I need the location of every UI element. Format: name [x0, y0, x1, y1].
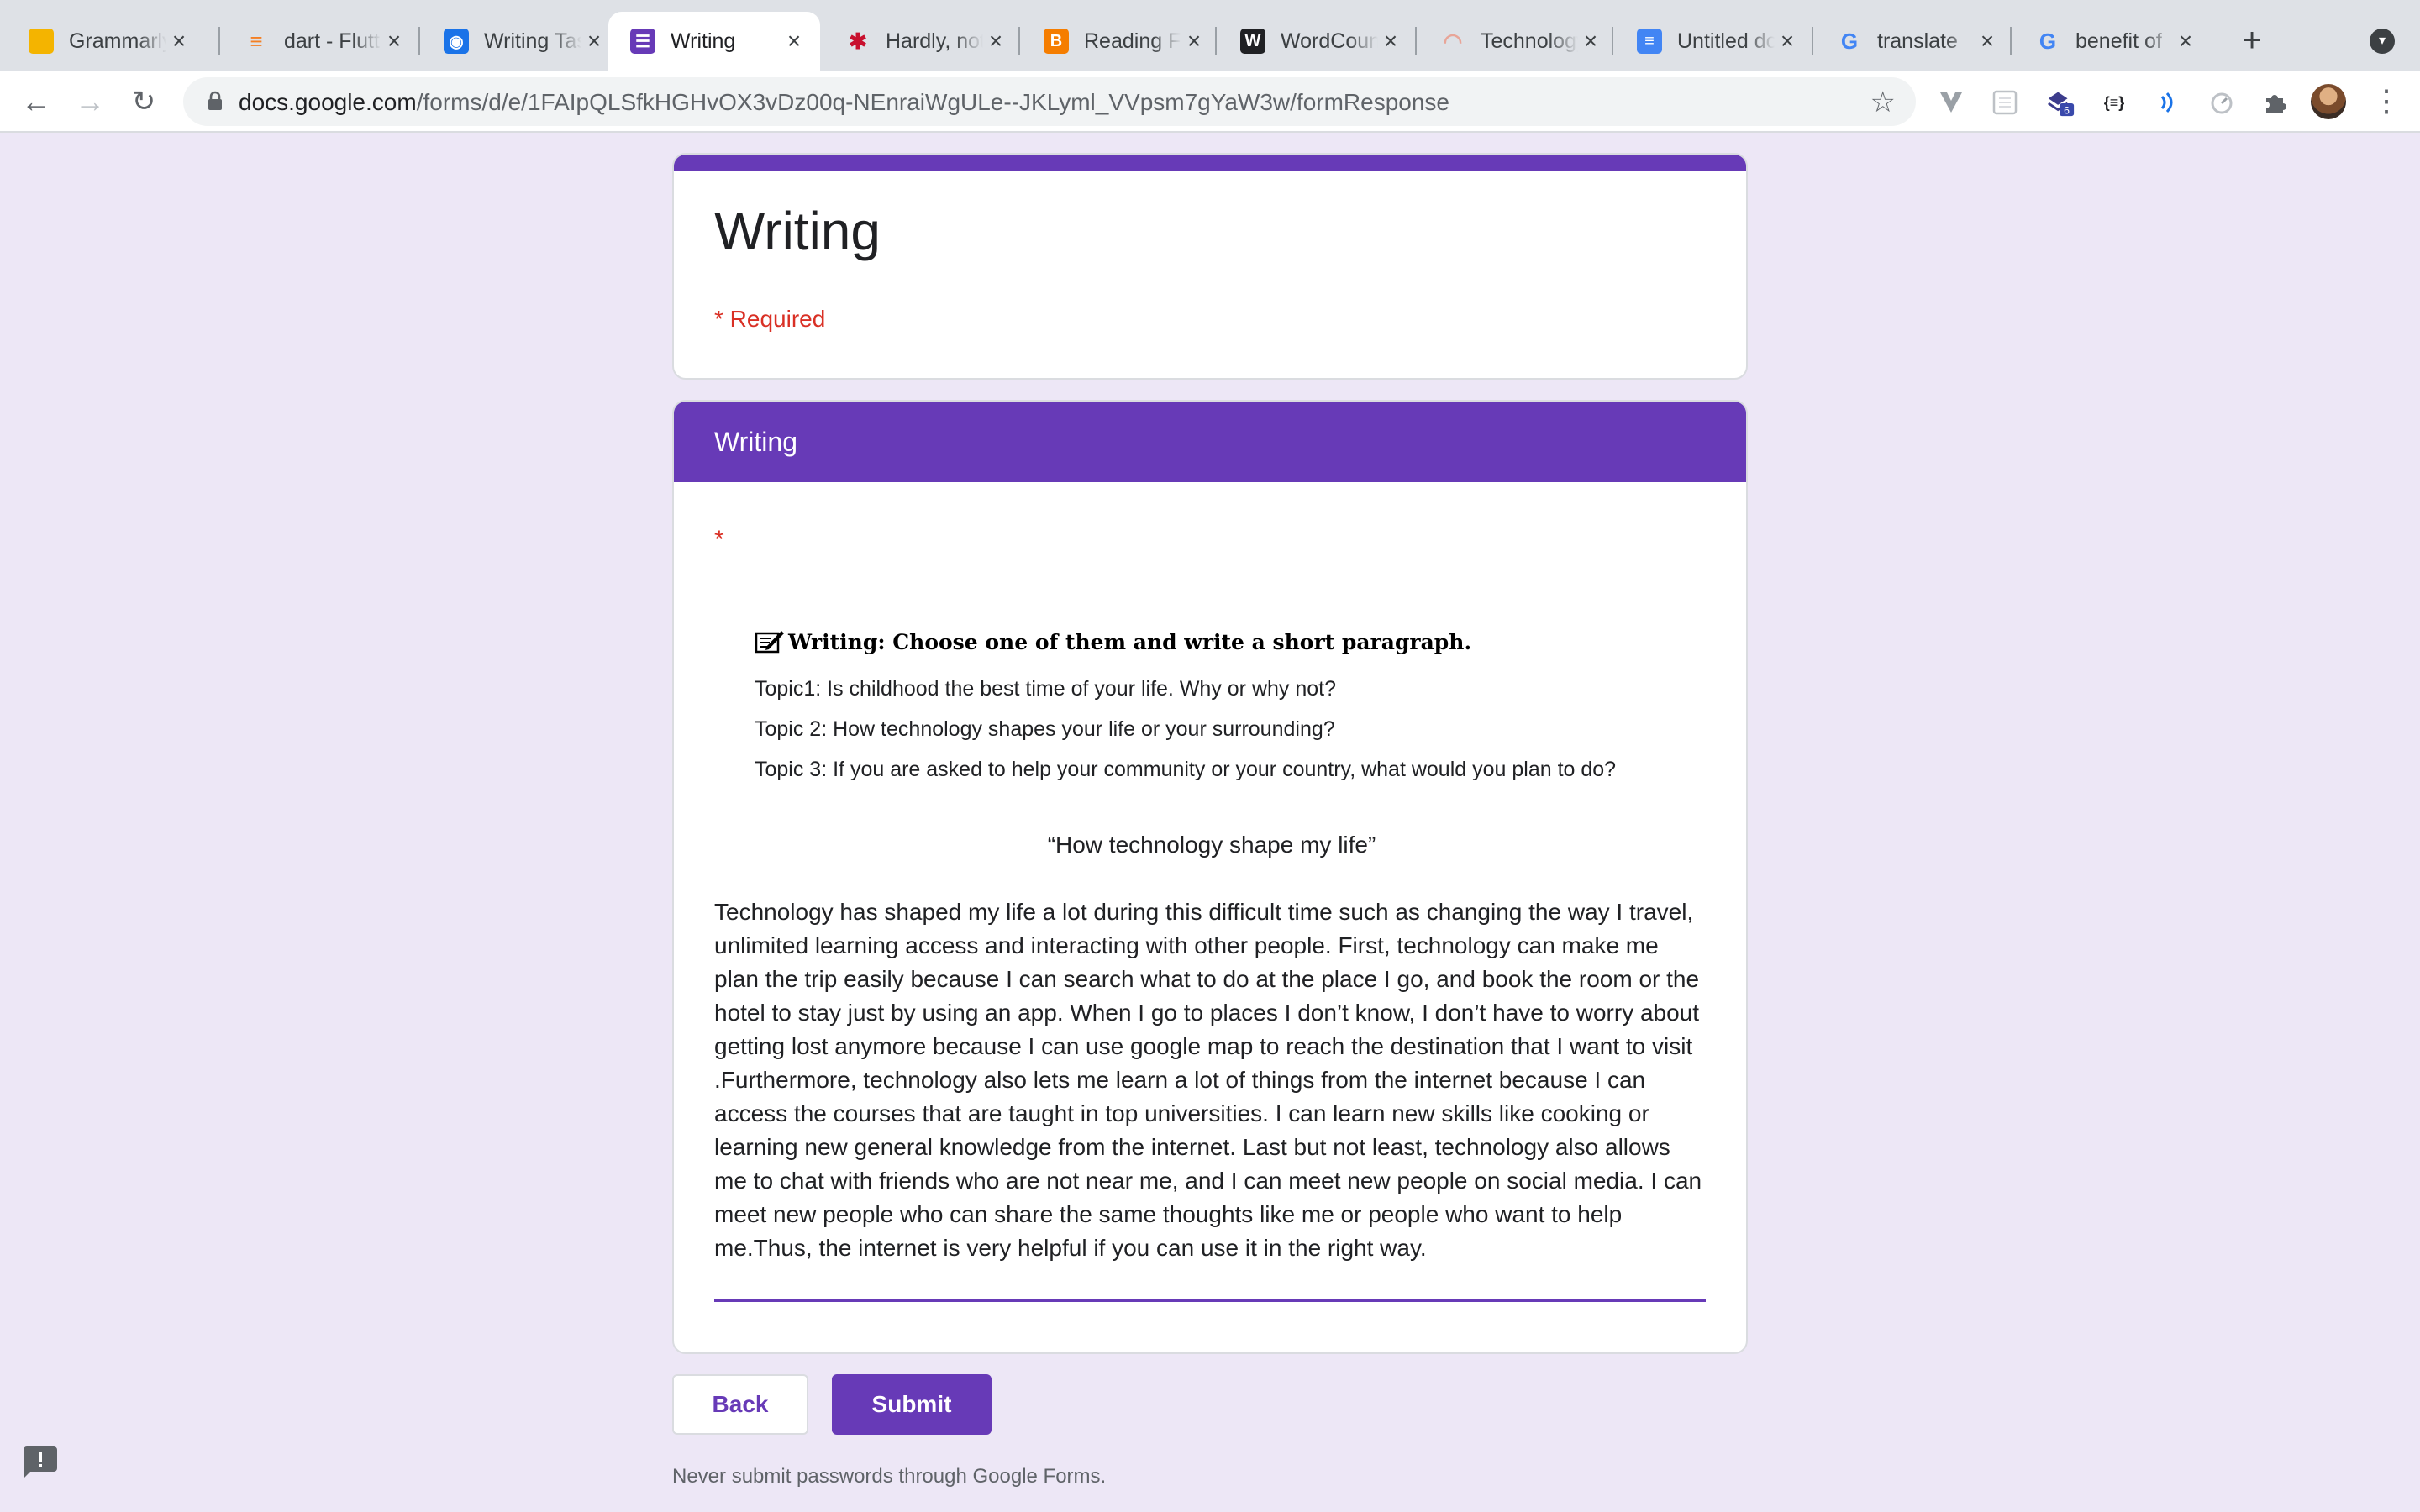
- required-note: * Required: [714, 306, 826, 332]
- forms-icon: ☰: [630, 29, 655, 54]
- google-icon: G: [2039, 28, 2057, 54]
- tab-title: Grammarly: [69, 29, 166, 53]
- form-title-card: Writing * Required: [672, 153, 1748, 380]
- browser-tab[interactable]: ◠ Technology ×: [1418, 12, 1617, 71]
- tab-separator: [218, 27, 220, 55]
- prompt-image: Writing: Choose one of them and write a …: [755, 628, 1679, 796]
- tab-separator: [1018, 27, 1020, 55]
- tab-separator: [418, 27, 420, 55]
- browser-tab[interactable]: Grammarly ×: [7, 12, 205, 71]
- tab-close-icon[interactable]: ×: [983, 29, 1008, 54]
- browser-tab[interactable]: ✱ Hardly, not ×: [823, 12, 1022, 71]
- new-tab-button[interactable]: +: [2235, 24, 2269, 57]
- browser-toolbar: ← → ↻ docs.google.com/forms/d/e/1FAIpQLS…: [0, 71, 2420, 133]
- slides-icon: [29, 29, 54, 54]
- password-warning: Never submit passwords through Google Fo…: [672, 1465, 1107, 1488]
- wordcounter-icon: W: [1240, 29, 1265, 54]
- prompt-heading-text: Writing: Choose one of them and write a …: [788, 629, 1472, 654]
- tab-close-icon[interactable]: ×: [581, 29, 607, 54]
- tab-title: WordCounter: [1281, 29, 1378, 53]
- topic-3: Topic 3: If you are asked to help your c…: [755, 758, 1617, 781]
- writing-section-card: Writing * Writing: Choose one of them an…: [672, 400, 1748, 1354]
- timer-extension-icon[interactable]: [2207, 87, 2237, 118]
- browser-tab[interactable]: B Reading F ×: [1022, 12, 1220, 71]
- vimium-extension-icon[interactable]: [1936, 87, 1966, 118]
- uk-flag-icon: ✱: [849, 28, 867, 54]
- tab-search-button[interactable]: ▾: [2370, 29, 2395, 54]
- reload-icon[interactable]: ↻: [126, 84, 161, 119]
- tab-separator: [1415, 27, 1417, 55]
- browser-tab[interactable]: ◉ Writing Task×: [422, 12, 620, 71]
- browser-tab[interactable]: ≡ Untitled document×: [1615, 12, 1813, 71]
- back-arrow-icon[interactable]: ←: [18, 84, 54, 119]
- report-feedback-icon[interactable]: [22, 1446, 59, 1480]
- tab-separator: [2010, 27, 2012, 55]
- tab-close-icon[interactable]: ×: [166, 29, 192, 54]
- topic-2: Topic 2: How technology shapes your life…: [755, 717, 1335, 741]
- forward-arrow-icon[interactable]: →: [72, 84, 108, 119]
- tab-title: Reading F: [1084, 29, 1181, 53]
- bookmark-star-icon[interactable]: ☆: [1870, 86, 1896, 119]
- tab-close-icon[interactable]: ×: [781, 29, 807, 54]
- tab-title: Writing: [671, 29, 736, 53]
- brain-icon: ◠: [1443, 28, 1463, 54]
- browser-tab[interactable]: ≡ dart - Flutter×: [222, 12, 420, 71]
- form-title: Writing: [714, 201, 881, 261]
- extension-badge: 6: [2064, 104, 2070, 116]
- topic-1: Topic1: Is childhood the best time of yo…: [755, 677, 1337, 701]
- tab-close-icon[interactable]: ×: [1378, 29, 1403, 54]
- tab-title: Technology: [1481, 29, 1578, 53]
- tab-close-icon[interactable]: ×: [2173, 29, 2198, 54]
- grid-extension-icon[interactable]: [1990, 87, 2020, 118]
- browser-tab[interactable]: Gtranslate ×: [1815, 12, 2013, 71]
- tab-close-icon[interactable]: ×: [1775, 29, 1800, 54]
- puzzle-extensions-icon[interactable]: [2260, 87, 2291, 118]
- tab-separator: [1612, 27, 1613, 55]
- address-bar[interactable]: docs.google.com/forms/d/e/1FAIpQLSfkHGHv…: [183, 77, 1916, 126]
- stack-extension-icon[interactable]: 6: [2045, 87, 2075, 118]
- title-card-accent-bar: [674, 155, 1746, 171]
- google-icon: G: [1840, 28, 1859, 54]
- prompt-heading: Writing: Choose one of them and write a …: [755, 628, 1471, 655]
- tab-title: Untitled document: [1677, 29, 1775, 53]
- tab-separator: [1215, 27, 1217, 55]
- tab-close-icon[interactable]: ×: [1578, 29, 1603, 54]
- profile-avatar[interactable]: [2311, 84, 2346, 119]
- tab-close-icon[interactable]: ×: [381, 29, 407, 54]
- tab-close-icon[interactable]: ×: [1975, 29, 2000, 54]
- tab-separator: [1812, 27, 1813, 55]
- writing-pencil-icon: [755, 631, 784, 654]
- tab-title: Writing Task: [484, 29, 581, 53]
- read-aloud-extension-icon[interactable]: [2153, 87, 2183, 118]
- lock-icon: [208, 91, 222, 110]
- section-header: Writing: [674, 402, 1746, 482]
- stackoverflow-icon: ≡: [250, 28, 263, 54]
- tab-title: translate: [1877, 29, 1958, 53]
- tab-title: dart - Flutter: [284, 29, 381, 53]
- json-extension-icon[interactable]: {≡}: [2099, 87, 2129, 118]
- classroom-icon: ◉: [444, 29, 469, 54]
- answer-field-underline: [714, 1299, 1706, 1302]
- browser-tab[interactable]: W WordCounter×: [1218, 12, 1417, 71]
- browser-tab[interactable]: ☰ Writing ×: [608, 12, 820, 71]
- answer-title: “How technology shape my life”: [1047, 832, 1376, 858]
- url-domain: docs.google.com: [239, 89, 417, 115]
- browser-tab[interactable]: Gbenefit of ×: [2013, 12, 2212, 71]
- tab-close-icon[interactable]: ×: [1181, 29, 1207, 54]
- tab-strip: Grammarly×≡dart - Flutter×◉Writing Task×…: [0, 0, 2420, 71]
- back-button[interactable]: Back: [672, 1374, 808, 1435]
- tab-title: Hardly, not: [886, 29, 983, 53]
- docs-icon: ≡: [1637, 29, 1662, 54]
- answer-textarea[interactable]: Technology has shaped my life a lot duri…: [714, 895, 1706, 1265]
- tab-title: benefit of: [2075, 29, 2162, 53]
- browser-menu-icon[interactable]: ⋮: [2371, 86, 2402, 116]
- url-text: docs.google.com/forms/d/e/1FAIpQLSfkHGHv…: [239, 89, 1449, 116]
- url-path: /forms/d/e/1FAIpQLSfkHGHvOX3vDz00q-NEnra…: [416, 89, 1449, 115]
- required-star: *: [714, 526, 724, 554]
- submit-button[interactable]: Submit: [832, 1374, 992, 1435]
- blogger-icon: B: [1044, 29, 1069, 54]
